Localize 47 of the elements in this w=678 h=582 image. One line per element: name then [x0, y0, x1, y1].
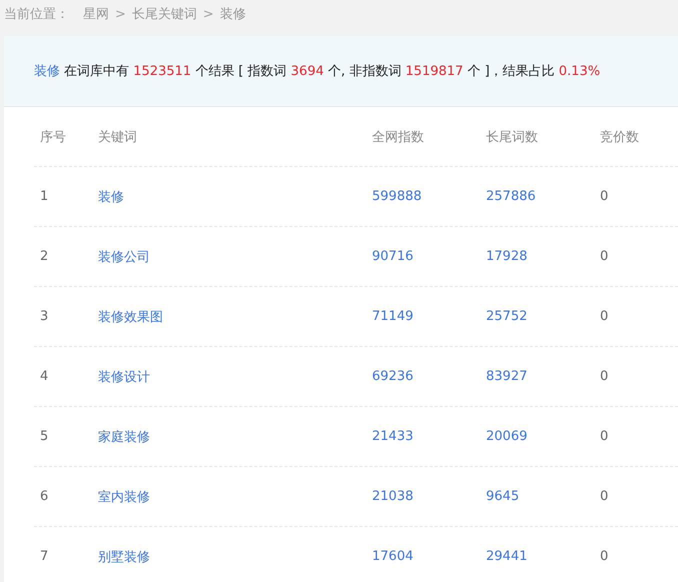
index-link[interactable]: 71149 [372, 309, 414, 324]
breadcrumb-separator: > [115, 6, 126, 22]
breadcrumb-current: 装修 [220, 6, 246, 23]
summary-text: 装修 在词库中有 1523511 个结果 [ 指数词 3694 个, 非指数词 1519817 个 ]，结果占比 0.13% [34, 63, 600, 80]
keyword-link[interactable]: 室内装修 [98, 490, 150, 504]
keyword-link[interactable]: 装修设计 [98, 370, 150, 384]
bid-count: 0 [600, 429, 608, 444]
column-header: 竞价数 [600, 130, 639, 144]
keyword-link[interactable]: 别墅装修 [98, 550, 150, 564]
bid-count: 0 [600, 309, 608, 324]
longtail-link[interactable]: 9645 [486, 489, 520, 504]
column-header: 长尾词数 [486, 130, 538, 144]
column-header: 关键词 [98, 130, 137, 144]
row-number: 2 [40, 249, 48, 264]
longtail-link[interactable]: 17928 [486, 249, 528, 264]
row-number: 7 [40, 549, 48, 564]
index-link[interactable]: 21038 [372, 489, 414, 504]
row-number: 6 [40, 489, 48, 504]
column-header: 全网指数 [372, 130, 424, 144]
longtail-link[interactable]: 83927 [486, 369, 528, 384]
row-number: 4 [40, 369, 48, 384]
index-link[interactable]: 599888 [372, 189, 422, 204]
row-number: 3 [40, 309, 48, 324]
keyword-link[interactable]: 家庭装修 [98, 430, 150, 444]
breadcrumb-link[interactable]: 星网 [83, 5, 109, 23]
bid-count: 0 [600, 249, 608, 264]
index-link[interactable]: 17604 [372, 549, 414, 564]
breadcrumb-label: 当前位置： [4, 6, 69, 23]
bid-count: 0 [600, 549, 608, 564]
row-number: 5 [40, 429, 48, 444]
longtail-link[interactable]: 25752 [486, 309, 528, 324]
keyword-link[interactable]: 装修公司 [98, 250, 150, 264]
column-header: 序号 [40, 130, 66, 144]
longtail-link[interactable]: 20069 [486, 429, 528, 444]
index-link[interactable]: 69236 [372, 369, 414, 384]
keyword-link[interactable]: 装修效果图 [98, 310, 163, 324]
breadcrumb-separator: > [202, 6, 214, 22]
longtail-link[interactable]: 257886 [486, 189, 536, 204]
index-link[interactable]: 21433 [372, 429, 414, 444]
row-number: 1 [40, 189, 48, 204]
bid-count: 0 [600, 489, 608, 504]
bid-count: 0 [600, 189, 608, 204]
bid-count: 0 [600, 369, 608, 384]
breadcrumb-link[interactable]: 长尾关键词 [132, 5, 197, 23]
longtail-link[interactable]: 29441 [486, 549, 528, 564]
keyword-link[interactable]: 装修 [98, 190, 124, 204]
index-link[interactable]: 90716 [372, 249, 414, 264]
